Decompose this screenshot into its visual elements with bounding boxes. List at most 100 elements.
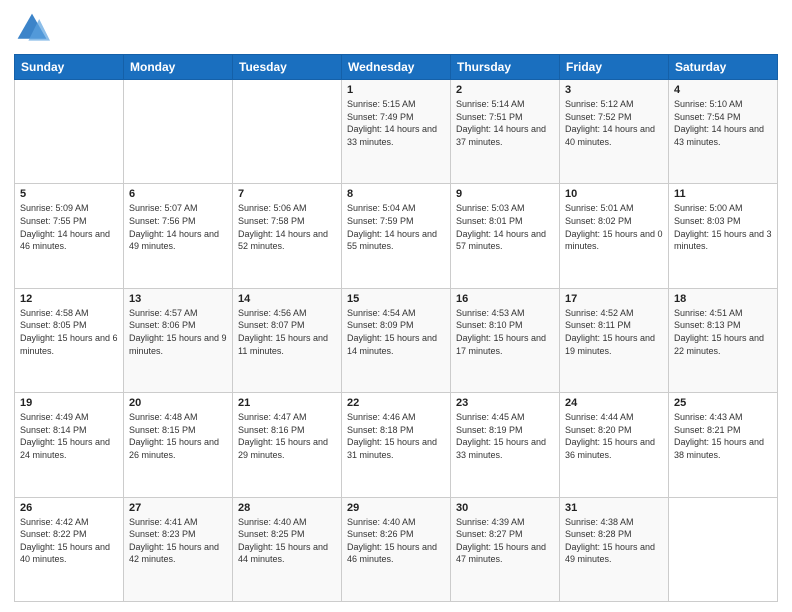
days-header-row: SundayMondayTuesdayWednesdayThursdayFrid… [15, 55, 778, 80]
day-info: Sunrise: 4:48 AMSunset: 8:15 PMDaylight:… [129, 411, 227, 461]
day-cell: 20 Sunrise: 4:48 AMSunset: 8:15 PMDayligh… [124, 393, 233, 497]
day-cell: 1 Sunrise: 5:15 AMSunset: 7:49 PMDaylight… [342, 80, 451, 184]
logo-icon [14, 10, 50, 46]
day-info: Sunrise: 5:09 AMSunset: 7:55 PMDaylight:… [20, 202, 118, 252]
day-info: Sunrise: 4:43 AMSunset: 8:21 PMDaylight:… [674, 411, 772, 461]
day-number: 9 [456, 188, 554, 200]
day-number: 1 [347, 84, 445, 96]
day-cell: 12Sunrise: 4:58 AMSunset: 8:05 PMDayligh… [15, 288, 124, 392]
day-number: 31 [565, 502, 663, 514]
day-info: Sunrise: 4:52 AMSunset: 8:11 PMDaylight:… [565, 307, 663, 357]
day-header-monday: Monday [124, 55, 233, 80]
week-row-2: 12Sunrise: 4:58 AMSunset: 8:05 PMDayligh… [15, 288, 778, 392]
page: SundayMondayTuesdayWednesdayThursdayFrid… [0, 0, 792, 612]
day-cell: 3 Sunrise: 5:12 AMSunset: 7:52 PMDaylight… [560, 80, 669, 184]
day-cell: 21Sunrise: 4:47 AMSunset: 8:16 PMDayligh… [233, 393, 342, 497]
day-cell: 8Sunrise: 5:04 AMSunset: 7:59 PMDaylight… [342, 184, 451, 288]
day-cell: 22 Sunrise: 4:46 AMSunset: 8:18 PMDayligh… [342, 393, 451, 497]
day-cell: 30 Sunrise: 4:39 AMSunset: 8:27 PMDayligh… [451, 497, 560, 601]
day-info: Sunrise: 5:07 AMSunset: 7:56 PMDaylight:… [129, 202, 227, 252]
day-cell [124, 80, 233, 184]
day-header-saturday: Saturday [669, 55, 778, 80]
day-info: Sunrise: 4:51 AMSunset: 8:13 PMDaylight:… [674, 307, 772, 357]
day-cell [15, 80, 124, 184]
day-header-thursday: Thursday [451, 55, 560, 80]
day-number: 13 [129, 293, 227, 305]
day-cell: 11 Sunrise: 5:00 AMSunset: 8:03 PMDayligh… [669, 184, 778, 288]
day-info: Sunrise: 5:14 AMSunset: 7:51 PMDaylight:… [456, 98, 554, 148]
week-row-4: 26 Sunrise: 4:42 AMSunset: 8:22 PMDayligh… [15, 497, 778, 601]
day-number: 3 [565, 84, 663, 96]
day-number: 17 [565, 293, 663, 305]
header [14, 10, 778, 46]
day-info: Sunrise: 4:42 AMSunset: 8:22 PMDaylight:… [20, 516, 118, 566]
day-header-sunday: Sunday [15, 55, 124, 80]
day-cell: 16Sunrise: 4:53 AMSunset: 8:10 PMDayligh… [451, 288, 560, 392]
day-info: Sunrise: 4:40 AMSunset: 8:26 PMDaylight:… [347, 516, 445, 566]
day-number: 24 [565, 397, 663, 409]
day-header-tuesday: Tuesday [233, 55, 342, 80]
day-cell: 7 Sunrise: 5:06 AMSunset: 7:58 PMDaylight… [233, 184, 342, 288]
week-row-1: 5 Sunrise: 5:09 AMSunset: 7:55 PMDaylight… [15, 184, 778, 288]
day-number: 15 [347, 293, 445, 305]
day-cell [669, 497, 778, 601]
day-number: 20 [129, 397, 227, 409]
day-info: Sunrise: 4:54 AMSunset: 8:09 PMDaylight:… [347, 307, 445, 357]
day-info: Sunrise: 4:41 AMSunset: 8:23 PMDaylight:… [129, 516, 227, 566]
day-number: 5 [20, 188, 118, 200]
day-number: 22 [347, 397, 445, 409]
day-cell: 24 Sunrise: 4:44 AMSunset: 8:20 PMDayligh… [560, 393, 669, 497]
day-info: Sunrise: 4:56 AMSunset: 8:07 PMDaylight:… [238, 307, 336, 357]
day-cell: 4Sunrise: 5:10 AMSunset: 7:54 PMDaylight… [669, 80, 778, 184]
day-number: 6 [129, 188, 227, 200]
day-number: 29 [347, 502, 445, 514]
day-number: 18 [674, 293, 772, 305]
calendar-table: SundayMondayTuesdayWednesdayThursdayFrid… [14, 54, 778, 602]
day-info: Sunrise: 5:03 AMSunset: 8:01 PMDaylight:… [456, 202, 554, 252]
day-header-friday: Friday [560, 55, 669, 80]
day-cell: 17 Sunrise: 4:52 AMSunset: 8:11 PMDayligh… [560, 288, 669, 392]
day-info: Sunrise: 5:15 AMSunset: 7:49 PMDaylight:… [347, 98, 445, 148]
day-info: Sunrise: 4:44 AMSunset: 8:20 PMDaylight:… [565, 411, 663, 461]
day-info: Sunrise: 5:06 AMSunset: 7:58 PMDaylight:… [238, 202, 336, 252]
day-number: 26 [20, 502, 118, 514]
day-number: 10 [565, 188, 663, 200]
day-number: 25 [674, 397, 772, 409]
day-info: Sunrise: 4:45 AMSunset: 8:19 PMDaylight:… [456, 411, 554, 461]
day-cell: 31 Sunrise: 4:38 AMSunset: 8:28 PMDayligh… [560, 497, 669, 601]
day-info: Sunrise: 4:49 AMSunset: 8:14 PMDaylight:… [20, 411, 118, 461]
week-row-0: 1 Sunrise: 5:15 AMSunset: 7:49 PMDaylight… [15, 80, 778, 184]
day-info: Sunrise: 4:38 AMSunset: 8:28 PMDaylight:… [565, 516, 663, 566]
day-number: 28 [238, 502, 336, 514]
day-number: 4 [674, 84, 772, 96]
day-cell: 19 Sunrise: 4:49 AMSunset: 8:14 PMDayligh… [15, 393, 124, 497]
day-number: 7 [238, 188, 336, 200]
day-cell: 14 Sunrise: 4:56 AMSunset: 8:07 PMDayligh… [233, 288, 342, 392]
day-info: Sunrise: 5:12 AMSunset: 7:52 PMDaylight:… [565, 98, 663, 148]
day-number: 19 [20, 397, 118, 409]
day-cell: 9 Sunrise: 5:03 AMSunset: 8:01 PMDaylight… [451, 184, 560, 288]
week-row-3: 19 Sunrise: 4:49 AMSunset: 8:14 PMDayligh… [15, 393, 778, 497]
day-info: Sunrise: 4:47 AMSunset: 8:16 PMDaylight:… [238, 411, 336, 461]
day-cell: 5 Sunrise: 5:09 AMSunset: 7:55 PMDaylight… [15, 184, 124, 288]
day-number: 23 [456, 397, 554, 409]
day-number: 30 [456, 502, 554, 514]
day-info: Sunrise: 5:04 AMSunset: 7:59 PMDaylight:… [347, 202, 445, 252]
day-cell: 26 Sunrise: 4:42 AMSunset: 8:22 PMDayligh… [15, 497, 124, 601]
day-info: Sunrise: 4:57 AMSunset: 8:06 PMDaylight:… [129, 307, 227, 357]
day-cell: 28Sunrise: 4:40 AMSunset: 8:25 PMDayligh… [233, 497, 342, 601]
day-header-wednesday: Wednesday [342, 55, 451, 80]
day-number: 11 [674, 188, 772, 200]
day-cell: 18 Sunrise: 4:51 AMSunset: 8:13 PMDayligh… [669, 288, 778, 392]
day-number: 14 [238, 293, 336, 305]
day-info: Sunrise: 4:58 AMSunset: 8:05 PMDaylight:… [20, 307, 118, 357]
day-cell: 15 Sunrise: 4:54 AMSunset: 8:09 PMDayligh… [342, 288, 451, 392]
day-info: Sunrise: 5:01 AMSunset: 8:02 PMDaylight:… [565, 202, 663, 252]
day-info: Sunrise: 4:46 AMSunset: 8:18 PMDaylight:… [347, 411, 445, 461]
day-cell: 6 Sunrise: 5:07 AMSunset: 7:56 PMDaylight… [124, 184, 233, 288]
day-cell: 25 Sunrise: 4:43 AMSunset: 8:21 PMDayligh… [669, 393, 778, 497]
day-info: Sunrise: 4:39 AMSunset: 8:27 PMDaylight:… [456, 516, 554, 566]
day-cell: 23 Sunrise: 4:45 AMSunset: 8:19 PMDayligh… [451, 393, 560, 497]
day-cell [233, 80, 342, 184]
day-info: Sunrise: 5:00 AMSunset: 8:03 PMDaylight:… [674, 202, 772, 252]
